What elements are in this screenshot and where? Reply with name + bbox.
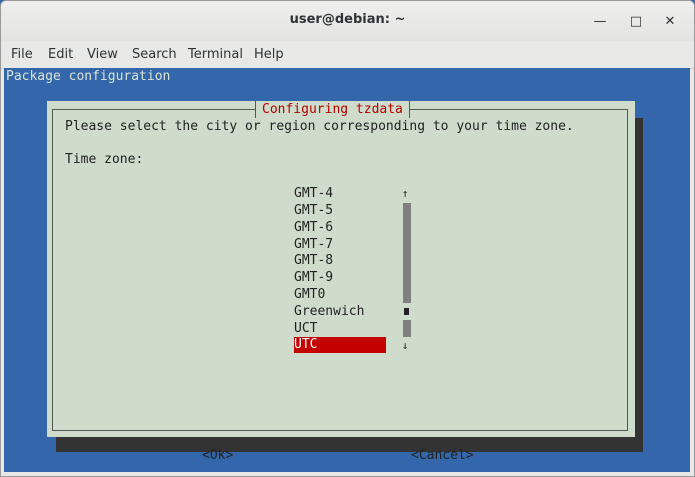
terminal-area[interactable]: Package configuration Configuring tzdata… (4, 68, 690, 472)
menu-help[interactable]: Help (254, 47, 284, 62)
terminal-window: user@debian: ~ — □ ✕ File Edit View Sear… (0, 0, 695, 477)
scroll-up-icon[interactable]: ↑ (400, 187, 410, 200)
timezone-option[interactable]: GMT-7 (294, 237, 386, 253)
timezone-option-selected[interactable]: UTC (294, 337, 386, 353)
scrollbar-track-lower[interactable] (403, 320, 411, 337)
menu-file[interactable]: File (11, 47, 33, 62)
timezone-option[interactable]: Greenwich (294, 304, 386, 320)
maximize-icon[interactable]: □ (626, 12, 646, 32)
menubar: File Edit View Search Terminal Help (1, 41, 694, 69)
menu-search[interactable]: Search (132, 47, 177, 62)
scrollbar-track[interactable] (403, 203, 411, 303)
close-icon[interactable]: ✕ (660, 12, 680, 32)
menu-terminal[interactable]: Terminal (188, 47, 243, 62)
timezone-option[interactable]: UCT (294, 321, 386, 337)
scroll-down-icon[interactable]: ↓ (400, 339, 410, 352)
timezone-option[interactable]: GMT-8 (294, 253, 386, 269)
ok-button[interactable]: <Ok> (202, 448, 233, 463)
timezone-option[interactable]: GMT-4 (294, 186, 386, 202)
menu-edit[interactable]: Edit (48, 47, 73, 62)
cancel-button[interactable]: <Cancel> (411, 448, 474, 463)
timezone-option[interactable]: GMT-9 (294, 270, 386, 286)
window-titlebar[interactable]: user@debian: ~ — □ ✕ (1, 1, 694, 41)
timezone-option[interactable]: GMT-6 (294, 220, 386, 236)
dialog-prompt: Please select the city or region corresp… (65, 119, 574, 134)
scrollbar-thumb[interactable] (404, 308, 409, 315)
package-config-header: Package configuration (6, 69, 171, 84)
timezone-label: Time zone: (65, 152, 144, 167)
tzdata-dialog: Configuring tzdata Please select the cit… (47, 101, 635, 463)
timezone-option[interactable]: GMT0 (294, 287, 386, 303)
minimize-icon[interactable]: — (590, 12, 610, 32)
timezone-option[interactable]: GMT-5 (294, 203, 386, 219)
dialog-title: Configuring tzdata (255, 101, 410, 118)
menu-view[interactable]: View (87, 47, 118, 62)
